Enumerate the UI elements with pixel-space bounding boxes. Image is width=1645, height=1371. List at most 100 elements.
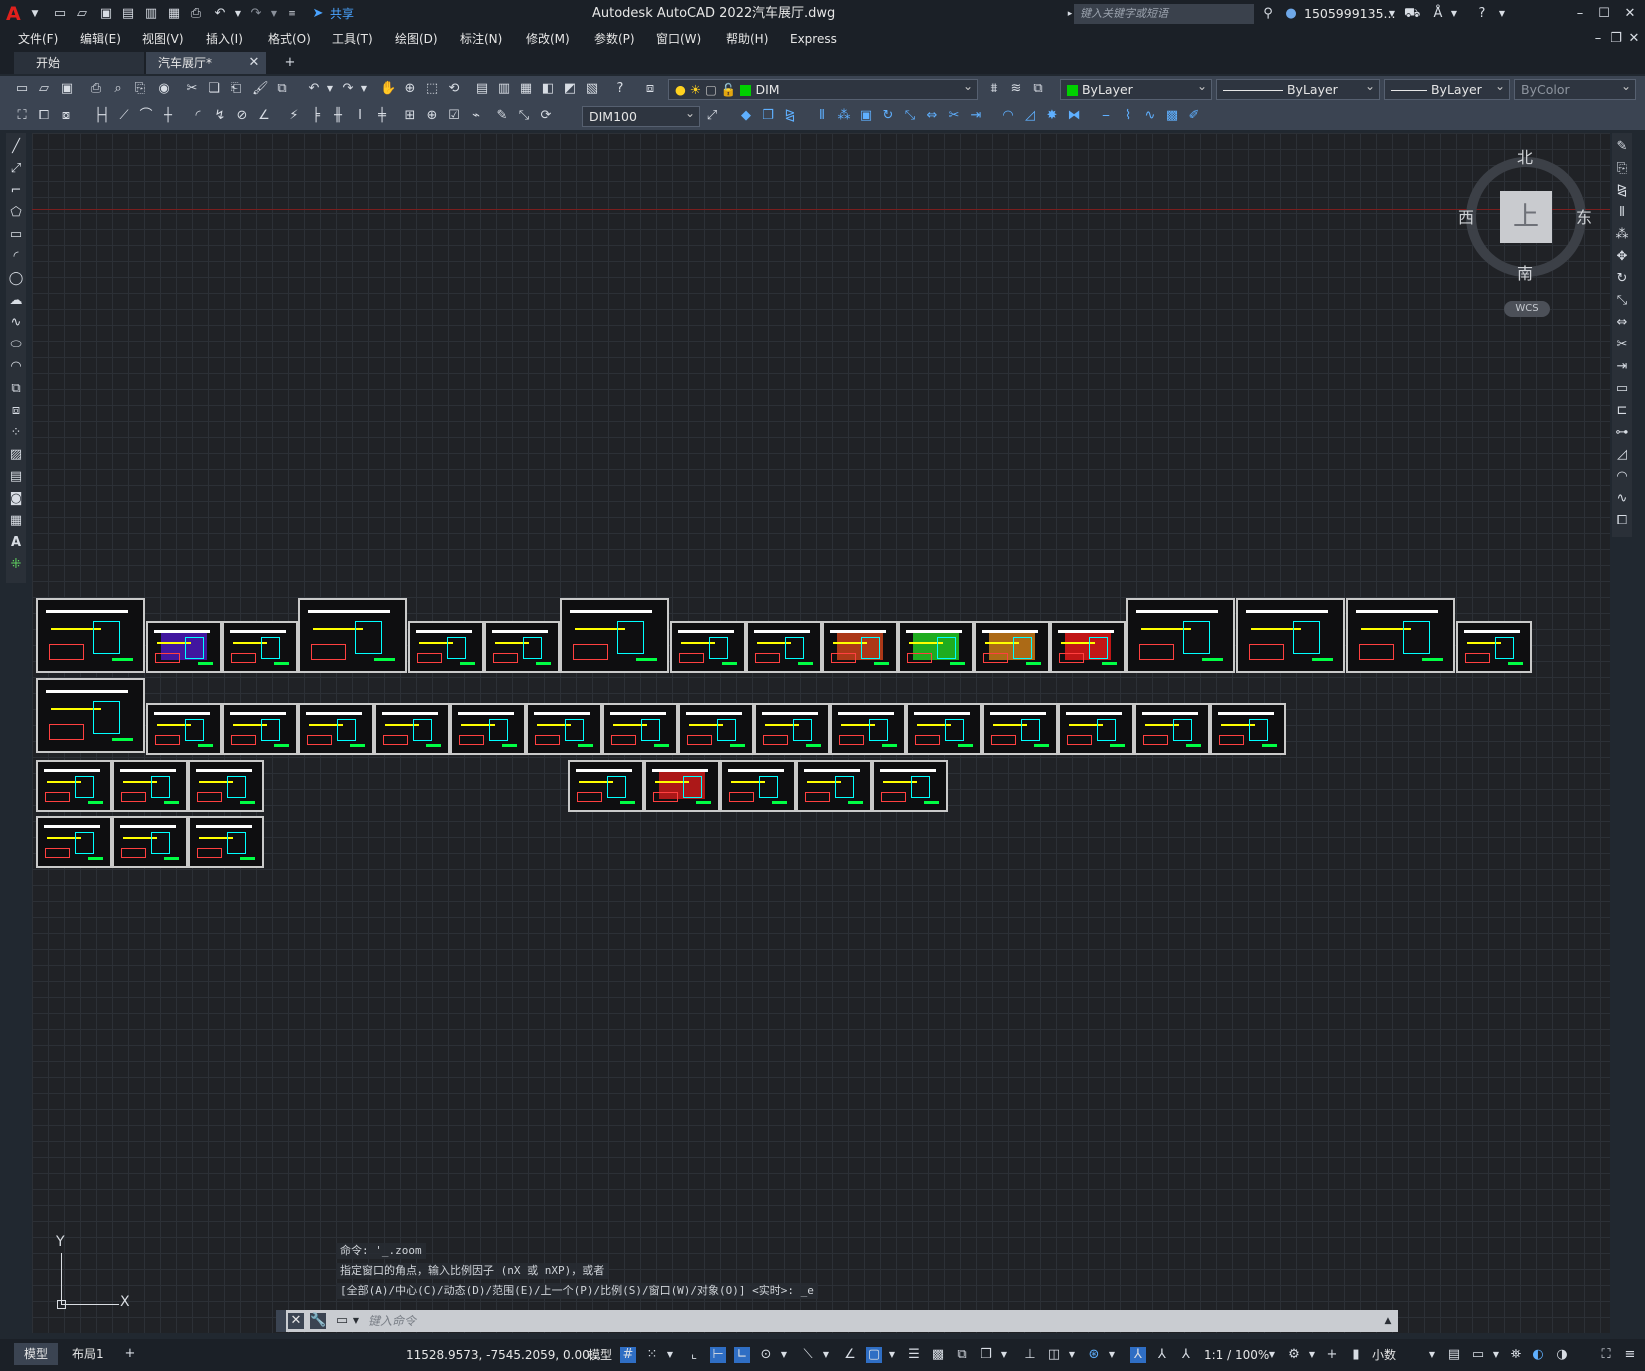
linear-dim-icon[interactable]: ├┤ (94, 108, 110, 124)
dimstyle-combo[interactable]: DIM100 (582, 104, 700, 127)
zoom-window-icon[interactable]: ⬚ (424, 81, 440, 97)
copy-icon[interactable]: ❏ (206, 81, 222, 97)
menu-item-parametric[interactable]: 参数(P) (594, 30, 635, 48)
viewcube-face-top[interactable]: 上 (1500, 191, 1552, 243)
search-input[interactable]: 键入关键字或短语 (1074, 4, 1254, 24)
add-layout-icon[interactable]: + (122, 1346, 138, 1362)
fillet-right-icon[interactable]: ◠ (1614, 469, 1630, 485)
chamfer-icon[interactable]: ◿ (1022, 108, 1038, 124)
user-dropdown-icon[interactable]: ▼ (1384, 6, 1400, 22)
make-current-layer-icon[interactable]: ⩩ (986, 81, 1002, 97)
new-file-icon[interactable]: ▭ (52, 6, 68, 22)
transparency-icon[interactable]: ▩ (930, 1347, 946, 1363)
gizmo-icon[interactable]: ⊛ (1086, 1347, 1102, 1363)
coordinates-readout[interactable]: 11528.9573, -7545.2059, 0.00... (406, 1346, 601, 1364)
3d-dwf-icon[interactable]: ◉ (156, 81, 172, 97)
layer-combo[interactable]: ● ☀ ▢ 🔓 DIM (668, 77, 978, 100)
cut-icon[interactable]: ✂ (184, 81, 200, 97)
radius-dim-icon[interactable]: ◜ (190, 108, 206, 124)
isolate-objects-icon[interactable]: ⛯ (1508, 1347, 1524, 1363)
command-recent-dropdown-icon[interactable]: ▼ (348, 1313, 364, 1329)
break-right-icon[interactable]: ⊏ (1614, 403, 1630, 419)
command-input[interactable]: 键入命令 (368, 1312, 1368, 1330)
redo-toolbar-dropdown-icon[interactable]: ▼ (356, 81, 372, 97)
join-right-icon[interactable]: ⊶ (1614, 425, 1630, 441)
3d-osnap-dropdown-icon[interactable]: ▼ (996, 1347, 1012, 1363)
units-value[interactable]: 小数 (1372, 1346, 1396, 1364)
layer-state-icon[interactable]: ⧉ (1030, 81, 1046, 97)
layer-properties-icon[interactable]: ⧈ (642, 81, 658, 97)
lock-ui-icon[interactable]: ▭ (1470, 1347, 1486, 1363)
edit-hatch-icon[interactable]: ▩ (1164, 108, 1180, 124)
snap-icon[interactable]: ⁙ (644, 1347, 660, 1363)
tab-start[interactable]: 开始 (14, 52, 144, 74)
edit-dimension-icon[interactable]: ⛶ (14, 108, 30, 124)
offset-icon[interactable]: ⫴ (814, 108, 830, 124)
object-snap-dropdown-icon[interactable]: ▼ (884, 1347, 900, 1363)
match-properties-icon[interactable]: 🖌 (252, 81, 269, 97)
grid-icon[interactable]: # (620, 1347, 636, 1363)
ordinate-dim-icon[interactable]: ┼ (160, 108, 176, 124)
point-icon[interactable]: ⁘ (8, 425, 24, 441)
add-selected-icon[interactable]: ⁜ (8, 557, 24, 573)
zoom-previous-icon[interactable]: ⟲ (446, 81, 462, 97)
minimize-icon[interactable]: – (1572, 6, 1588, 22)
menu-item-window[interactable]: 窗口(W) (656, 30, 701, 48)
trim-right-icon[interactable]: ✂ (1614, 337, 1630, 353)
break-icon[interactable]: ⎯ (1098, 108, 1114, 124)
polyline-icon[interactable]: ⌐ (8, 183, 24, 199)
3d-osnap-icon[interactable]: ❒ (978, 1347, 994, 1363)
viewcube-north[interactable]: 北 (1517, 149, 1533, 167)
hatch-icon[interactable]: ▨ (8, 447, 24, 463)
annotation-visibility-icon[interactable]: ⅄ (1130, 1347, 1146, 1363)
stretch-right-icon[interactable]: ⇔ (1614, 315, 1630, 331)
menu-item-format[interactable]: 格式(O) (268, 30, 311, 48)
gradient-icon[interactable]: ▤ (8, 469, 24, 485)
redo-dropdown-icon[interactable]: ▼ (266, 6, 282, 22)
color-combo[interactable]: ByLayer (1060, 77, 1212, 100)
save-web-icon[interactable]: ▦ (166, 6, 182, 22)
extend-icon[interactable]: ⇥ (968, 108, 984, 124)
isodraft-icon[interactable]: ⟍ (800, 1347, 816, 1363)
help-icon[interactable]: ? (1474, 6, 1490, 22)
polar-dropdown-icon[interactable]: ▼ (776, 1347, 792, 1363)
dimedit-icon[interactable]: ✎ (494, 108, 510, 124)
layer-previous-icon[interactable]: ≋ (1008, 81, 1024, 97)
rotate-icon[interactable]: ↻ (880, 108, 896, 124)
selection-filter-icon[interactable]: ◫ (1046, 1347, 1062, 1363)
block-editor-icon[interactable]: ⧉ (274, 81, 290, 97)
open-web-icon[interactable]: ▥ (143, 6, 159, 22)
clean-screen-icon[interactable]: ⛶ (1598, 1347, 1614, 1363)
command-line-grip[interactable] (276, 1310, 286, 1332)
doc-restore-icon[interactable]: ❐ (1608, 31, 1624, 47)
dim-space-icon[interactable]: Ⅰ (352, 108, 368, 124)
redo-toolbar-icon[interactable]: ↷ (340, 81, 356, 97)
aligned-dim-icon[interactable]: ⟋ (116, 108, 132, 124)
app-menu-chevron-icon[interactable]: ▼ (27, 6, 43, 22)
command-close-icon[interactable]: ✕ (288, 1313, 304, 1329)
zoom-realtime-icon[interactable]: ⊕ (402, 81, 418, 97)
copy-object-icon[interactable]: ❐ (760, 108, 776, 124)
search-icon[interactable]: ⚲ (1260, 6, 1276, 22)
doc-minimize-icon[interactable]: – (1590, 31, 1606, 47)
new-tab-icon[interactable]: + (282, 55, 298, 71)
cart-icon[interactable]: ⛟ (1404, 6, 1420, 22)
dim-update-icon[interactable]: ⟳ (538, 108, 554, 124)
open-icon[interactable]: ▱ (36, 81, 52, 97)
publish-icon[interactable]: ⎘ (132, 81, 148, 97)
blend-curves-icon[interactable]: ∿ (1614, 491, 1630, 507)
markup-icon[interactable]: ◩ (562, 81, 578, 97)
viewcube[interactable]: 上 北 南 东 西 (1458, 149, 1592, 283)
autodesk-app-dropdown-icon[interactable]: ▼ (1446, 6, 1462, 22)
dimstyle-manager-icon[interactable]: ⤢ (704, 108, 720, 124)
annotation-scale-value[interactable]: 1:1 / 100% (1204, 1346, 1269, 1364)
print-icon[interactable]: ⎙ (188, 6, 204, 22)
layout-tab-layout1[interactable]: 布局1 (62, 1343, 114, 1365)
command-scroll-icon[interactable]: ▲ (1380, 1313, 1396, 1329)
user-name[interactable]: 1505999135... (1304, 5, 1395, 23)
workspace-icon[interactable]: ⚙ (1286, 1347, 1302, 1363)
angular-dim-icon[interactable]: ∠ (256, 108, 272, 124)
help-dropdown-icon[interactable]: ▼ (1494, 6, 1510, 22)
layer-iso-icon[interactable]: ⧇ (58, 108, 74, 124)
lineweight-icon[interactable]: ☰ (906, 1347, 922, 1363)
